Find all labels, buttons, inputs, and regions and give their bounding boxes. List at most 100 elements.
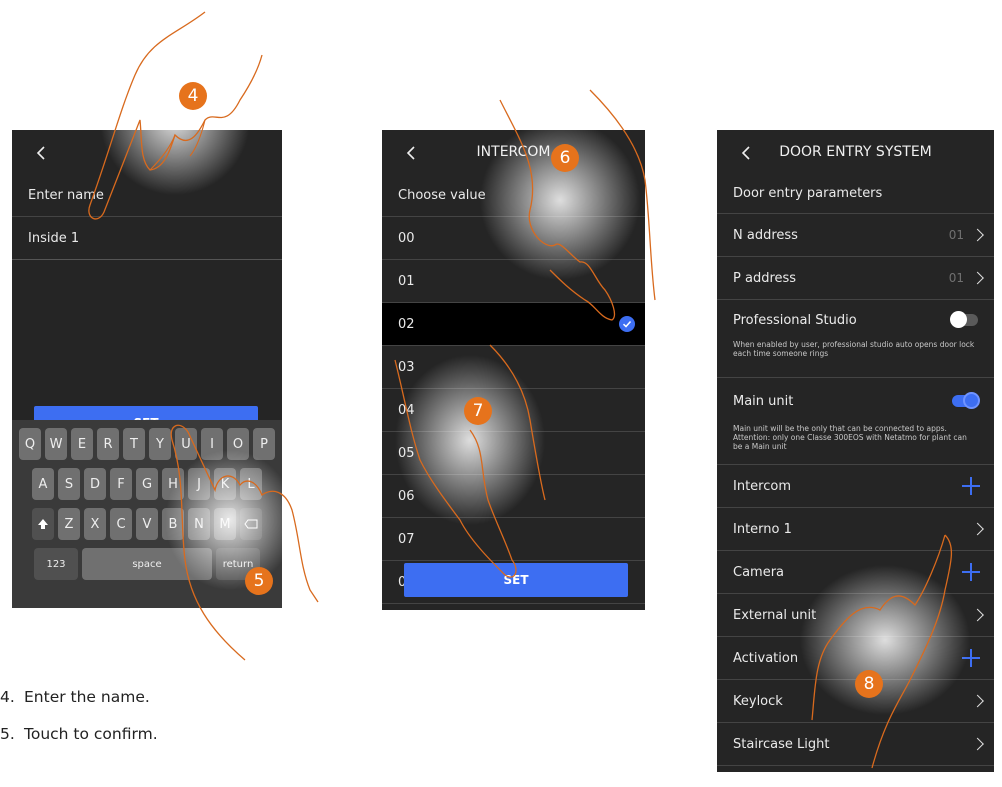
- chevron-right-icon: [971, 608, 984, 622]
- chevron-right-icon: [971, 694, 984, 708]
- key-i[interactable]: I: [201, 428, 223, 460]
- instruction-item: 4. Enter the name.: [0, 688, 158, 725]
- key-k[interactable]: K: [214, 468, 236, 500]
- shift-arrow-icon: [38, 519, 48, 529]
- value-option-label: 07: [398, 531, 415, 547]
- value-option[interactable]: 05: [382, 432, 645, 475]
- key-t[interactable]: T: [123, 428, 145, 460]
- key-w[interactable]: W: [45, 428, 67, 460]
- chevron-right-icon: [971, 522, 984, 536]
- entry-item-row[interactable]: Staircase Light: [717, 723, 994, 766]
- screen-intercom: INTERCOM Choose value 000102030405060708…: [382, 130, 645, 610]
- step-badge-7: 7: [464, 397, 492, 425]
- value-option-label: 00: [398, 230, 415, 246]
- entry-item-label: Interno 1: [733, 521, 792, 537]
- step-badge-8: 8: [855, 670, 883, 698]
- keyboard-row3: ZXCVBNM: [15, 508, 279, 540]
- key-z[interactable]: Z: [58, 508, 80, 540]
- value-option-label: 06: [398, 488, 415, 504]
- set-button[interactable]: SET: [404, 563, 628, 597]
- chevron-right-icon: [971, 737, 984, 751]
- value-option[interactable]: 00: [382, 217, 645, 260]
- value-option-label: 05: [398, 445, 415, 461]
- professional-studio-toggle[interactable]: [950, 311, 978, 328]
- instruction-number: 4.: [0, 688, 15, 706]
- shift-key[interactable]: [32, 508, 54, 540]
- key-e[interactable]: E: [71, 428, 93, 460]
- entry-item-row[interactable]: Camera: [717, 551, 994, 594]
- back-button[interactable]: [400, 142, 422, 164]
- key-p[interactable]: P: [253, 428, 275, 460]
- enter-name-label: Enter name: [12, 174, 282, 217]
- key-q[interactable]: Q: [19, 428, 41, 460]
- key-a[interactable]: A: [32, 468, 54, 500]
- backspace-icon: [244, 519, 258, 529]
- key-m[interactable]: M: [214, 508, 236, 540]
- main-unit-block: Main unit Main unit will be the only tha…: [717, 378, 994, 465]
- value-option[interactable]: 06: [382, 475, 645, 518]
- value-option[interactable]: 03: [382, 346, 645, 389]
- plus-icon[interactable]: [962, 563, 980, 581]
- key-s[interactable]: S: [58, 468, 80, 500]
- entry-item-row[interactable]: External unit: [717, 594, 994, 637]
- back-button[interactable]: [30, 142, 52, 164]
- main-unit-toggle[interactable]: [952, 392, 980, 409]
- entry-item-row[interactable]: Interno 1: [717, 508, 994, 551]
- backspace-key[interactable]: [240, 508, 262, 540]
- value-option-label: 04: [398, 402, 415, 418]
- chevron-left-icon: [36, 146, 45, 160]
- chevron-left-icon: [406, 146, 415, 160]
- back-button[interactable]: [735, 142, 757, 164]
- value-option[interactable]: 02: [382, 303, 645, 346]
- chevron-right-icon: [971, 228, 984, 242]
- space-key[interactable]: space: [82, 548, 212, 580]
- value-option[interactable]: 04: [382, 389, 645, 432]
- key-o[interactable]: O: [227, 428, 249, 460]
- name-input[interactable]: Inside 1: [12, 217, 282, 260]
- professional-studio-label: Professional Studio: [733, 312, 857, 328]
- entry-item-row[interactable]: Intercom: [717, 465, 994, 508]
- keyboard: QWERTYUIOP ASDFGHJKL ZXCVBNM 123 space r…: [12, 420, 282, 608]
- key-j[interactable]: J: [188, 468, 210, 500]
- label-text: Choose value: [398, 187, 486, 203]
- key-g[interactable]: G: [136, 468, 158, 500]
- screen-door-entry-system: DOOR ENTRY SYSTEM Door entry parameters …: [717, 130, 994, 772]
- key-d[interactable]: D: [84, 468, 106, 500]
- value-option[interactable]: 07: [382, 518, 645, 561]
- key-c[interactable]: C: [110, 508, 132, 540]
- key-y[interactable]: Y: [149, 428, 171, 460]
- instructions: 4. Enter the name. 5. Touch to confirm.: [0, 688, 158, 762]
- key-r[interactable]: R: [97, 428, 119, 460]
- key-h[interactable]: H: [162, 468, 184, 500]
- instruction-number: 5.: [0, 725, 15, 743]
- key-f[interactable]: F: [110, 468, 132, 500]
- section-label: Door entry parameters: [717, 174, 994, 214]
- plus-icon[interactable]: [962, 477, 980, 495]
- p-address-row[interactable]: P address 01: [717, 257, 994, 300]
- key-l[interactable]: L: [240, 468, 262, 500]
- professional-studio-description: When enabled by user, professional studi…: [733, 340, 975, 358]
- plus-icon[interactable]: [962, 649, 980, 667]
- key-b[interactable]: B: [162, 508, 184, 540]
- n-address-row[interactable]: N address 01: [717, 214, 994, 257]
- section-text: Door entry parameters: [733, 186, 883, 201]
- key-x[interactable]: X: [84, 508, 106, 540]
- name-input-value: Inside 1: [28, 230, 80, 246]
- instruction-item: 5. Touch to confirm.: [0, 725, 158, 762]
- header: [12, 130, 282, 174]
- key-v[interactable]: V: [136, 508, 158, 540]
- instruction-text: Touch to confirm.: [24, 725, 158, 743]
- toggle-knob: [950, 311, 967, 328]
- value-option-label: 02: [398, 316, 415, 332]
- keyboard-row1: QWERTYUIOP: [15, 428, 279, 460]
- chevron-right-icon: [971, 271, 984, 285]
- entry-item-row[interactable]: Activation: [717, 637, 994, 680]
- value-option[interactable]: 01: [382, 260, 645, 303]
- entry-item-label: Camera: [733, 564, 785, 580]
- step-badge-5: 5: [245, 567, 273, 595]
- key-u[interactable]: U: [175, 428, 197, 460]
- instruction-text: Enter the name.: [24, 688, 150, 706]
- key-n[interactable]: N: [188, 508, 210, 540]
- main-unit-label: Main unit: [733, 393, 794, 409]
- numbers-key[interactable]: 123: [34, 548, 78, 580]
